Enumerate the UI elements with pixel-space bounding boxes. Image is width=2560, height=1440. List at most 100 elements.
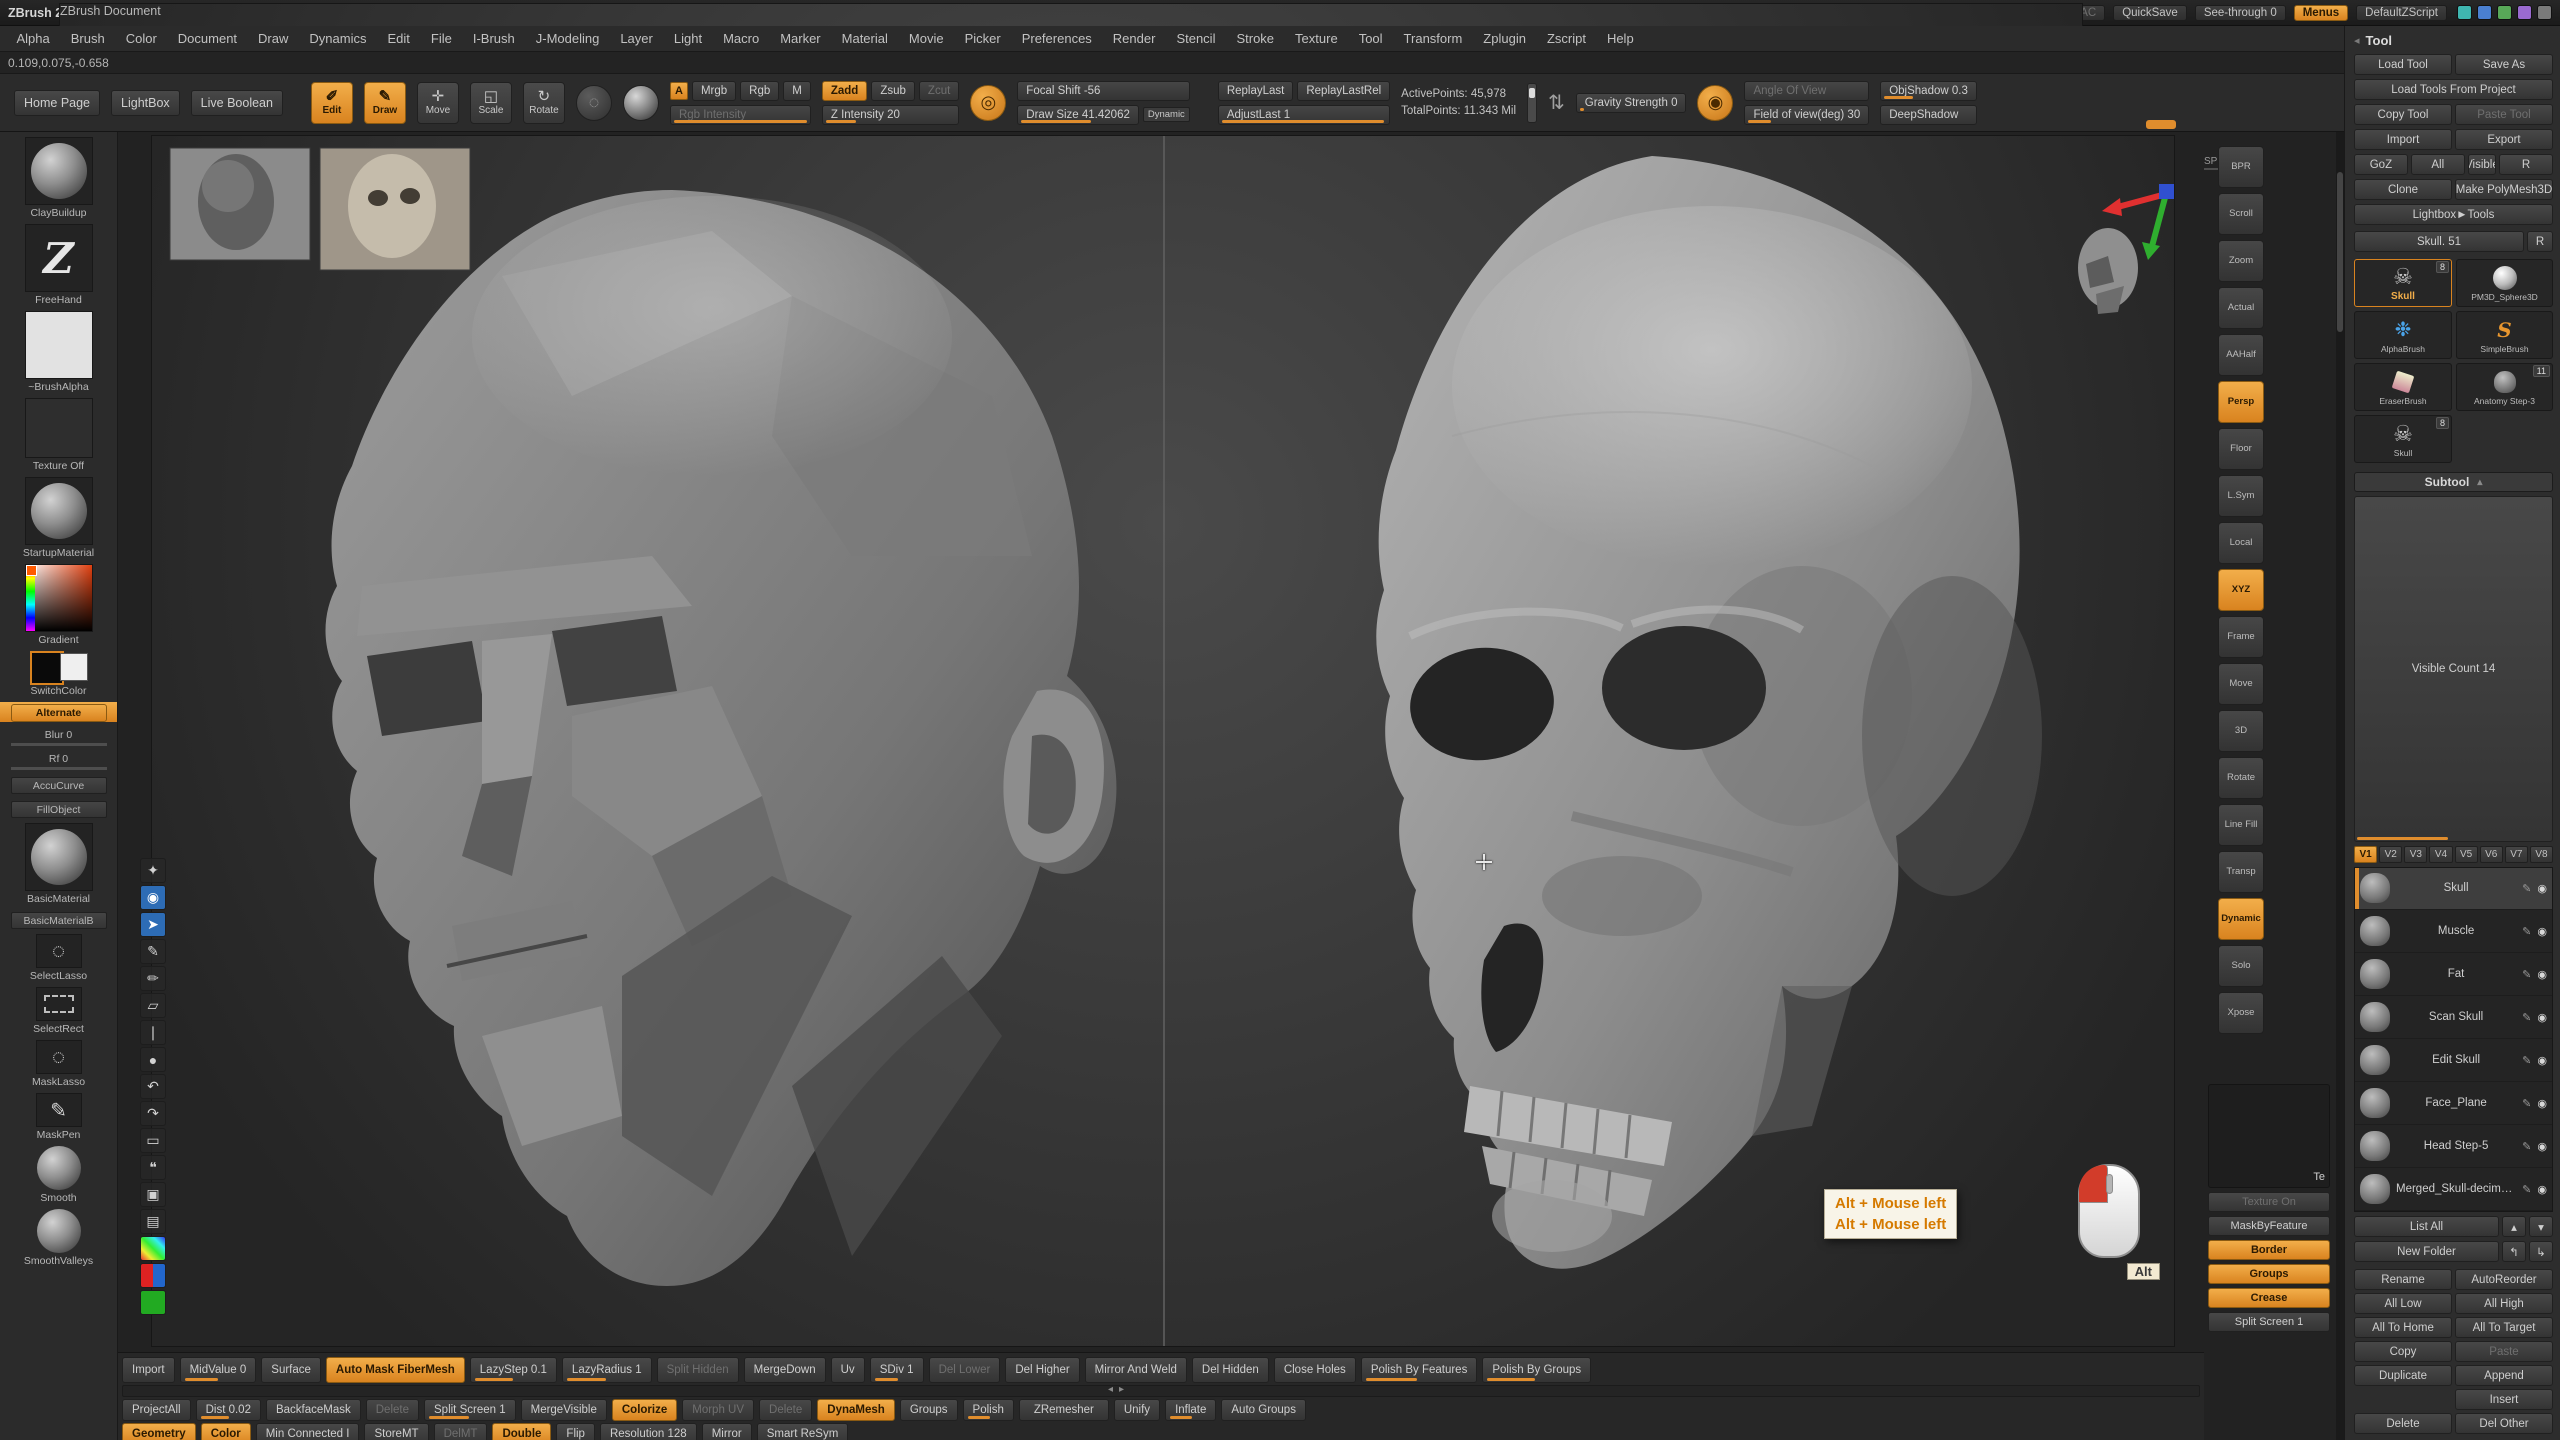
folder-down-icon[interactable]: ↳ (2529, 1241, 2553, 1262)
draw-size-slider[interactable]: Draw Size 41.42062 (1017, 105, 1139, 125)
rotate-3d-button[interactable]: Rotate (2218, 757, 2264, 799)
redo-icon[interactable]: ↷ (140, 1101, 166, 1126)
bottom-button[interactable]: Split Hidden (657, 1357, 739, 1383)
tool-panel-button[interactable]: Save As (2455, 54, 2553, 75)
tool-panel-button[interactable]: All (2411, 154, 2465, 175)
tool-panel-button[interactable]: Export (2455, 129, 2553, 150)
polypaint-icon[interactable]: ✎ (2522, 1140, 2531, 1153)
bottom-button[interactable]: Polish By Features (1361, 1357, 1478, 1383)
tray-collapse-icon[interactable]: ◂ (2354, 34, 2360, 47)
tool-panel-button[interactable]: R (2499, 154, 2553, 175)
clipboard-icon[interactable]: ▤ (140, 1209, 166, 1234)
bottom-button[interactable]: DelMT (434, 1423, 488, 1440)
subtool-version-tab[interactable]: V8 (2530, 846, 2553, 863)
polypaint-icon[interactable]: ✎ (2522, 1011, 2531, 1024)
menu-item[interactable]: Stencil (1166, 26, 1226, 51)
subtool-row[interactable]: Skull ✎ ◉ (2355, 868, 2552, 911)
rf-slider[interactable]: Rf 0 (0, 751, 117, 770)
select-rect[interactable]: SelectRect (0, 987, 117, 1035)
tray-scrollbar[interactable] (2336, 132, 2344, 1440)
stroke-freehand[interactable]: FreeHand (0, 224, 117, 306)
menu-item[interactable]: Zscript (1536, 26, 1596, 51)
tool-panel-button[interactable]: Import (2354, 129, 2452, 150)
tool-panel-button[interactable]: Make PolyMesh3D (2455, 179, 2553, 200)
subtool-version-tab[interactable]: V5 (2455, 846, 2478, 863)
subtool-version-tab[interactable]: V7 (2505, 846, 2528, 863)
bottom-button[interactable]: ZRemesher (1019, 1399, 1109, 1421)
zadd-button[interactable]: Zadd (822, 81, 867, 101)
scale-3d-button[interactable]: 3D (2218, 710, 2264, 752)
menu-item[interactable]: File (420, 26, 462, 51)
menu-item[interactable]: Draw (248, 26, 299, 51)
blur-slider[interactable]: Blur 0 (0, 727, 117, 746)
bottom-button[interactable]: MidValue 0 (180, 1357, 257, 1383)
new-folder-button[interactable]: New Folder (2354, 1241, 2499, 1262)
bottom-button[interactable]: Dist 0.02 (196, 1399, 261, 1421)
brush-smooth[interactable]: Smooth (0, 1146, 117, 1204)
dot-brush-icon[interactable]: ● (140, 1047, 166, 1072)
xyz-toggle[interactable]: XYZ (2218, 569, 2264, 611)
tool-panel-button[interactable]: GoZ (2354, 154, 2408, 175)
restore-config-button[interactable]: R (2527, 231, 2553, 252)
tool-anatomy-step-3[interactable]: 11 Anatomy Step-3 (2456, 363, 2553, 411)
menu-item[interactable]: Dynamics (299, 26, 377, 51)
menu-item[interactable]: I-Brush (462, 26, 525, 51)
select-lasso[interactable]: SelectLasso (0, 934, 117, 982)
bottom-button[interactable]: Polish By Groups (1482, 1357, 1591, 1383)
subtool-action-button[interactable]: Del Other (2455, 1413, 2553, 1434)
visibility-icon[interactable]: ◉ (2537, 1054, 2547, 1067)
bottom-button[interactable]: Del Higher (1005, 1357, 1079, 1383)
color-picker-gradient[interactable]: Gradient (0, 564, 117, 646)
menu-item[interactable]: Edit (377, 26, 420, 51)
floor-toggle[interactable]: Floor (2218, 428, 2264, 470)
subtool-row[interactable]: Fat ✎ ◉ (2355, 953, 2552, 996)
pen-icon[interactable]: ✎ (140, 939, 166, 964)
texture-off[interactable]: Texture Off (0, 398, 117, 472)
tool-panel-button[interactable]: Load Tool (2354, 54, 2452, 75)
sdiv-arrows-icon[interactable]: ◂▸ (1108, 1384, 1130, 1395)
bottom-button[interactable]: Surface (261, 1357, 321, 1383)
edit-button[interactable]: ✐Edit (311, 82, 353, 124)
menu-item[interactable]: Help (1596, 26, 1644, 51)
menu-item[interactable]: Render (1102, 26, 1166, 51)
bottom-button[interactable]: Morph UV (682, 1399, 754, 1421)
bottom-button[interactable]: Inflate (1165, 1399, 1216, 1421)
menu-item[interactable]: Zplugin (1473, 26, 1537, 51)
red-blue-swatch[interactable] (140, 1263, 166, 1288)
bottom-button[interactable]: Color (201, 1423, 251, 1440)
menu-item[interactable]: Layer (610, 26, 664, 51)
deep-shadow-button[interactable]: DeepShadow (1880, 105, 1977, 125)
subtool-action-button[interactable]: All To Target (2455, 1317, 2553, 1338)
pencil-icon[interactable]: ✏ (140, 966, 166, 991)
subtool-action-button[interactable]: All High (2455, 1293, 2553, 1314)
menu-item[interactable]: Movie (898, 26, 954, 51)
subtool-action-button[interactable]: AutoReorder (2455, 1269, 2553, 1290)
palette-swatch[interactable] (140, 1236, 166, 1261)
zcut-button[interactable]: Zcut (919, 81, 959, 101)
subtool-header[interactable]: Subtool▴ (2354, 472, 2553, 492)
rgb-intensity-slider[interactable]: Rgb Intensity (670, 105, 811, 125)
bottom-scroll-strip[interactable]: ◂▸ (122, 1385, 2200, 1397)
bottom-button[interactable]: Min Connected I (256, 1423, 360, 1440)
polypaint-icon[interactable]: ✎ (2522, 882, 2531, 895)
visibility-icon[interactable]: ◉ (2537, 1183, 2547, 1196)
teal-app-icon[interactable] (2457, 5, 2472, 20)
subtool-action-button[interactable]: Rename (2354, 1269, 2452, 1290)
bottom-button[interactable]: Uv (831, 1357, 865, 1383)
polypaint-icon[interactable]: ✎ (2522, 1054, 2531, 1067)
bottom-button[interactable]: Double (492, 1423, 551, 1440)
document-canvas[interactable]: Alt + Mouse leftAlt + Mouse left Alt (151, 135, 2175, 1347)
menu-item[interactable]: Color (115, 26, 167, 51)
bottom-button[interactable]: LazyStep 0.1 (470, 1357, 557, 1383)
menus-toggle[interactable]: Menus (2294, 5, 2348, 21)
visible-count-slider[interactable]: Visible Count 14 (2354, 496, 2553, 842)
obj-shadow-slider[interactable]: ObjShadow 0.3 (1880, 81, 1977, 101)
bottom-button[interactable]: Flip (556, 1423, 595, 1440)
rotate-button[interactable]: ↻Rotate (523, 82, 565, 124)
subtool-action-button[interactable]: Copy (2354, 1341, 2452, 1362)
bottom-button[interactable]: Import (122, 1357, 175, 1383)
move-up-icon[interactable]: ▴ (2502, 1216, 2526, 1237)
visibility-icon[interactable]: ◉ (2537, 925, 2547, 938)
visibility-icon[interactable]: ◉ (2537, 968, 2547, 981)
subtool-version-tab[interactable]: V3 (2404, 846, 2427, 863)
